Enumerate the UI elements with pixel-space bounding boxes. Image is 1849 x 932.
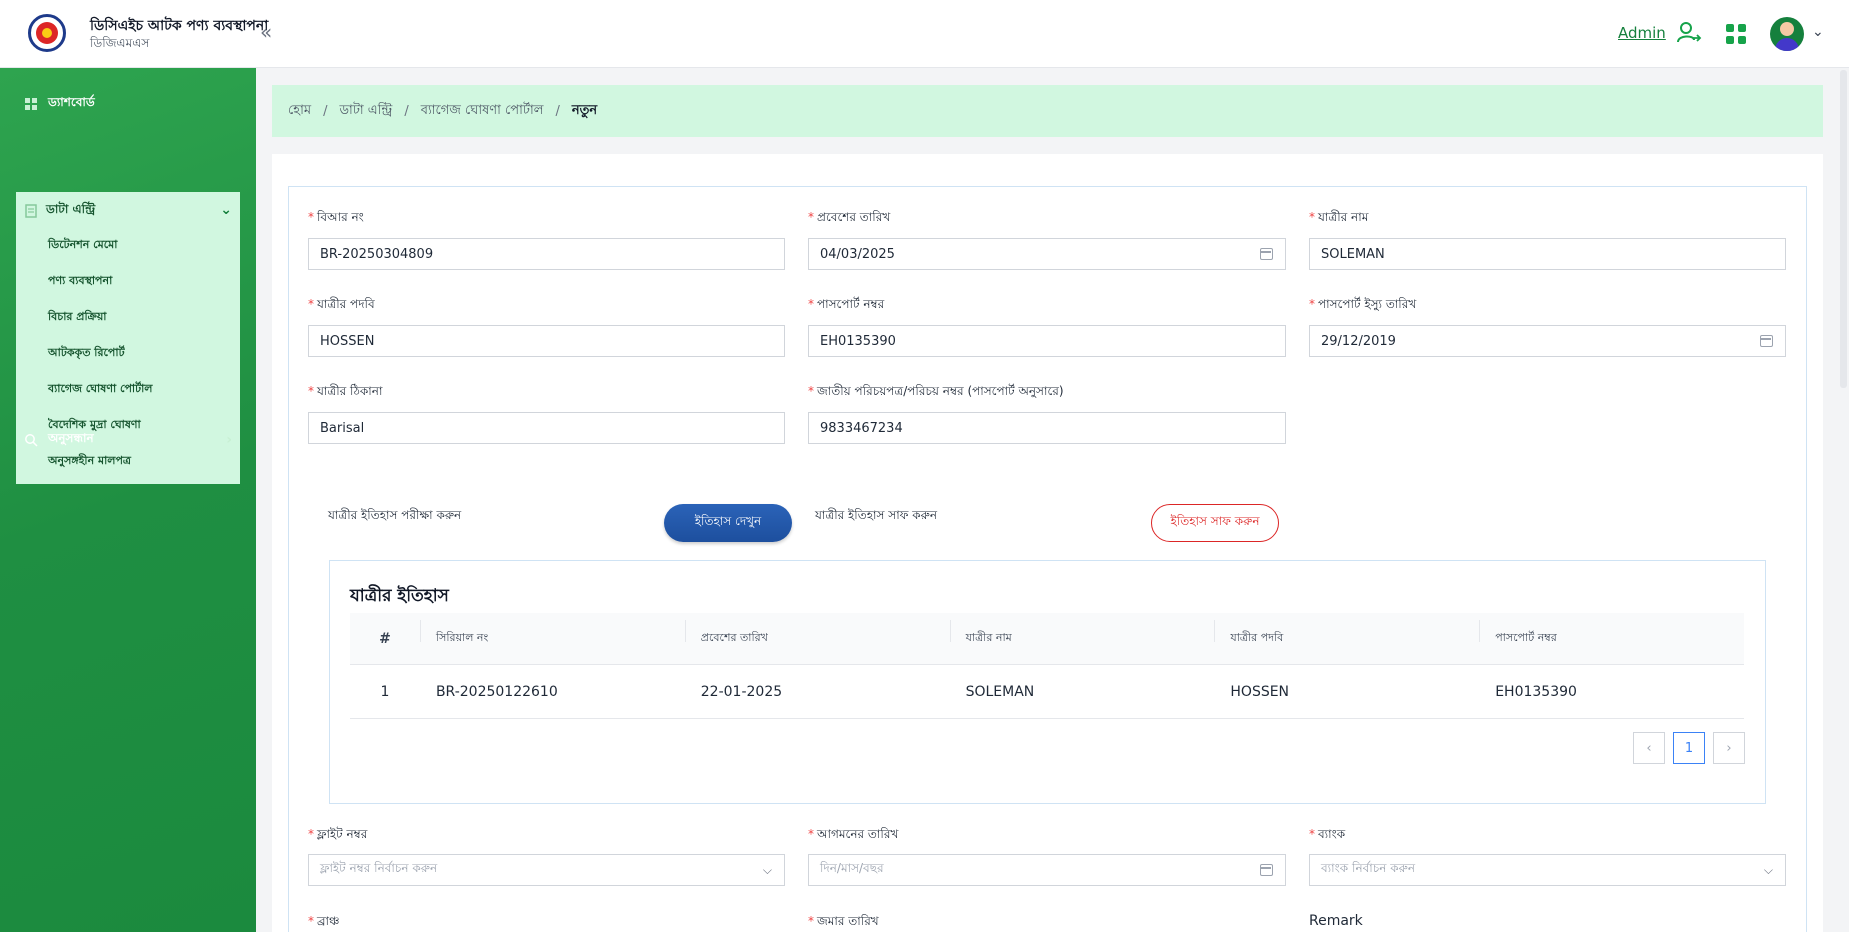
passport-issue-field[interactable]: 29/12/2019 <box>1309 325 1786 357</box>
pagination-next-button[interactable]: › <box>1713 732 1745 764</box>
history-clear-label: যাত্রীর ইতিহাস সাফ করুন <box>815 508 938 522</box>
deposit-date-label: * জমার তারিখ <box>808 914 879 928</box>
sidebar-subitem-judicial-process[interactable]: বিচার প্রক্রিয়া <box>48 308 107 327</box>
sidebar-subitem-goods-management[interactable]: পণ্য ব্যবস্থাপনা <box>48 272 112 291</box>
column-header: প্রবেশের তারিখ <box>684 620 950 648</box>
breadcrumb-home[interactable]: হোম <box>288 101 311 122</box>
bank-select[interactable]: ব্যাংক নির্বাচন করুন ⌵ <box>1309 854 1786 886</box>
table-header-row: # সিরিয়াল নং প্রবেশের তারিখ যাত্রীর নাম… <box>350 613 1744 665</box>
chevron-down-icon[interactable]: ⌄ <box>1812 24 1824 40</box>
table-row[interactable]: 1 BR-20250122610 22-01-2025 SOLEMAN HOSS… <box>350 665 1744 719</box>
entry-date-label: * প্রবেশের তারিখ <box>808 210 891 224</box>
arrival-date-label: * আগমনের তারিখ <box>808 827 899 841</box>
branch-label: * ব্রাঞ্চ <box>308 914 340 928</box>
calendar-icon <box>1260 864 1273 876</box>
sidebar-item-label: ড্যাশবোর্ড <box>48 95 95 109</box>
admin-link[interactable]: Admin <box>1618 24 1666 42</box>
br-no-field[interactable]: BR-20250304809 <box>308 238 785 270</box>
passport-issue-label: * পাসপোর্ট ইস্যু তারিখ <box>1309 297 1417 311</box>
view-history-button[interactable]: ইতিহাস দেখুন <box>664 504 792 542</box>
user-avatar[interactable] <box>1770 17 1804 51</box>
sidebar-subitem-baggage-portal[interactable]: ব্যাগেজ ঘোষণা পোর্টাল <box>48 380 153 399</box>
nid-label: * জাতীয় পরিচয়পত্র/পরিচয় নম্বর (পাসপোর্… <box>808 384 1064 398</box>
flight-no-label: * ফ্লাইট নম্বর <box>308 827 368 841</box>
passport-no-label: * পাসপোর্ট নম্বর <box>808 297 885 311</box>
sidebar-subitem-detention-memo[interactable]: ডিটেনশন মেমো <box>48 236 117 255</box>
calendar-icon <box>1760 335 1773 347</box>
remark-label: Remark <box>1309 913 1363 929</box>
scrollbar-thumb[interactable] <box>1840 70 1847 388</box>
history-check-label: যাত্রীর ইতিহাস পরীক্ষা করুন <box>328 508 462 522</box>
app-subtitle: ডিজিএমএস <box>90 36 150 50</box>
table-cell: BR-20250122610 <box>435 683 558 700</box>
entry-date-field[interactable]: 04/03/2025 <box>808 238 1286 270</box>
calendar-icon <box>1260 248 1273 260</box>
table-cell: 22-01-2025 <box>700 683 783 700</box>
breadcrumb-separator: / <box>404 103 409 119</box>
column-header: # <box>379 630 391 647</box>
breadcrumb-separator: / <box>555 103 560 119</box>
breadcrumb-separator: / <box>323 103 328 119</box>
chevron-right-icon: › <box>226 432 232 448</box>
sidebar-subitem-unaccompanied-goods[interactable]: অনুসঙ্গহীন মালপত্র <box>48 452 131 471</box>
sidebar-item-dashboard[interactable]: ড্যাশবোর্ড <box>24 94 95 114</box>
passenger-name-field[interactable]: SOLEMAN <box>1309 238 1786 270</box>
column-header: যাত্রীর নাম <box>949 620 1215 648</box>
main-card <box>272 154 1823 932</box>
table-cell: 1 <box>380 683 390 700</box>
pagination-page-button[interactable]: 1 <box>1673 732 1705 764</box>
history-title: যাত্রীর ইতিহাস <box>350 586 449 606</box>
sidebar: ড্যাশবোর্ড ডাটা এন্ট্রি ⌄ ডিটেনশন মেমো প… <box>0 68 256 932</box>
chevron-down-icon: ⌄ <box>220 202 232 218</box>
pagination: ‹ 1 › <box>1633 732 1745 764</box>
breadcrumb-current: নতুন <box>571 102 598 118</box>
passport-no-field[interactable]: EH0135390 <box>808 325 1286 357</box>
address-field[interactable]: Barisal <box>308 412 785 444</box>
sidebar-item-label: ডাটা এন্ট্রি <box>46 202 96 216</box>
table-cell: EH0135390 <box>1495 683 1577 700</box>
clear-history-button[interactable]: ইতিহাস সাফ করুন <box>1151 504 1279 542</box>
sidebar-item-label: অনুসন্ধান <box>48 431 94 445</box>
form-card <box>288 186 1807 932</box>
history-table: # সিরিয়াল নং প্রবেশের তারিখ যাত্রীর নাম… <box>350 613 1744 719</box>
passenger-title-label: * যাত্রীর পদবি <box>308 297 375 311</box>
collapse-sidebar-icon[interactable]: « <box>260 22 272 42</box>
column-header: পাসপোর্ট নম্বর <box>1479 620 1744 648</box>
pagination-prev-button[interactable]: ‹ <box>1633 732 1665 764</box>
chevron-down-icon: ⌵ <box>762 863 772 877</box>
passenger-title-field[interactable]: HOSSEN <box>308 325 785 357</box>
top-header: ডিসিএইচ আটক পণ্য ব্যবস্থাপনা ডিজিএমএস « … <box>0 0 1849 68</box>
table-cell: SOLEMAN <box>965 683 1035 700</box>
user-switch-icon[interactable] <box>1676 20 1702 46</box>
sidebar-item-search[interactable]: অনুসন্ধান › <box>24 430 232 450</box>
breadcrumb-data-entry[interactable]: ডাটা এন্ট্রি <box>339 101 392 122</box>
br-no-label: * বিআর নং <box>308 210 364 224</box>
history-panel: যাত্রীর ইতিহাস # সিরিয়াল নং প্রবেশের তা… <box>329 560 1766 804</box>
flight-no-select[interactable]: ফ্লাইট নম্বর নির্বাচন করুন ⌵ <box>308 854 785 886</box>
passenger-name-label: * যাত্রীর নাম <box>1309 210 1369 224</box>
column-header: সিরিয়াল নং <box>419 620 685 648</box>
chevron-down-icon: ⌵ <box>1763 863 1773 877</box>
arrival-date-field[interactable]: দিন/মাস/বছর <box>808 854 1286 886</box>
nid-field[interactable]: 9833467234 <box>808 412 1286 444</box>
data-entry-icon <box>25 204 37 218</box>
bank-label: * ব্যাংক <box>1309 827 1346 841</box>
breadcrumb: হোম / ডাটা এন্ট্রি / ব্যাগেজ ঘোষণা পোর্ট… <box>272 85 1823 137</box>
breadcrumb-portal[interactable]: ব্যাগেজ ঘোষণা পোর্টাল <box>421 101 544 122</box>
sidebar-item-data-entry[interactable]: ডাটা এন্ট্রি ⌄ <box>24 200 232 222</box>
search-icon <box>25 434 38 447</box>
app-logo <box>28 14 66 52</box>
dashboard-icon <box>25 98 37 110</box>
sidebar-subitem-seized-report[interactable]: আটককৃত রিপোর্ট <box>48 344 125 363</box>
address-label: * যাত্রীর ঠিকানা <box>308 384 383 398</box>
apps-grid-icon[interactable] <box>1726 24 1746 44</box>
table-cell: HOSSEN <box>1230 683 1290 700</box>
column-header: যাত্রীর পদবি <box>1214 620 1479 648</box>
